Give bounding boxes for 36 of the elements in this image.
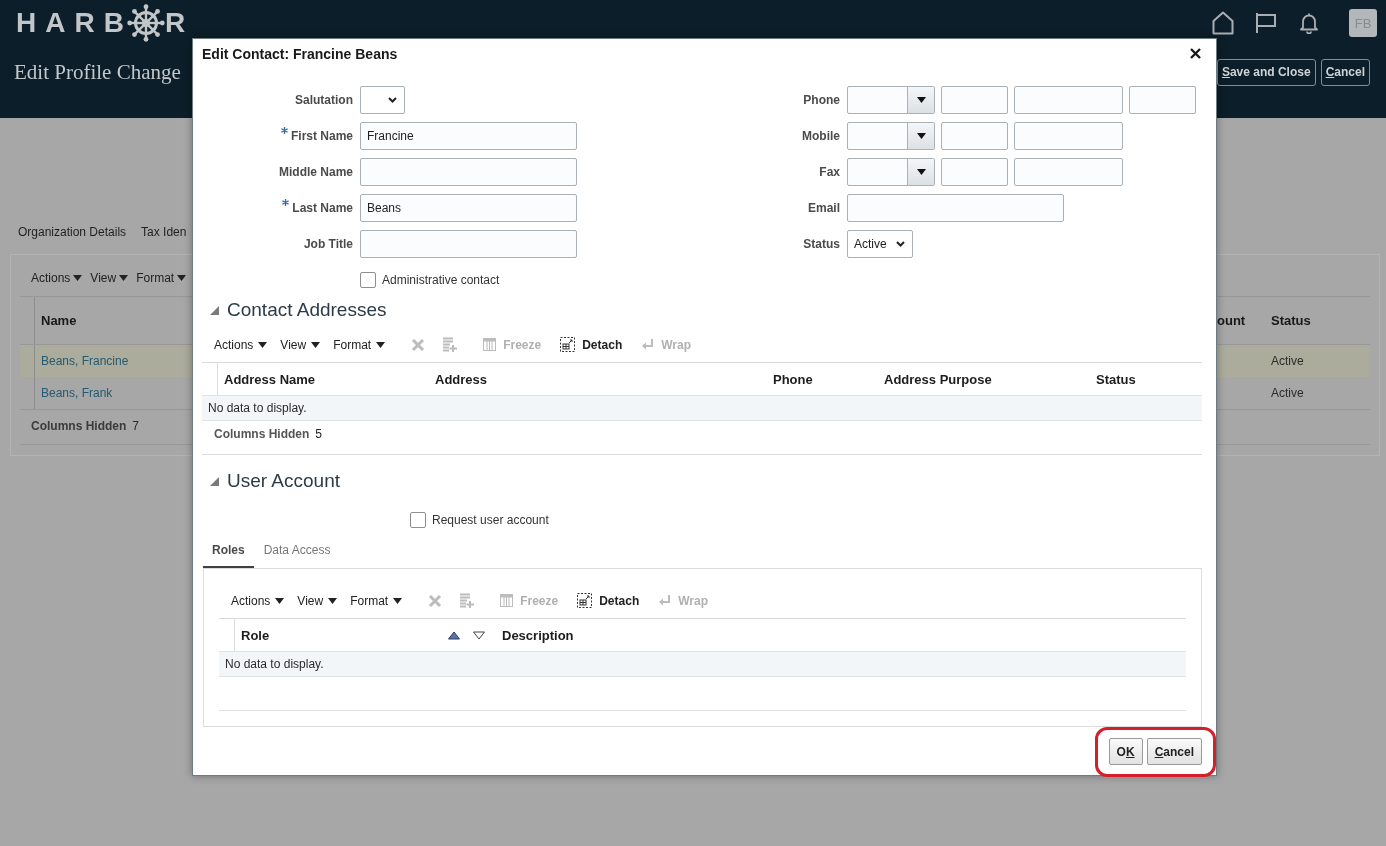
columns-hidden-count: 7 [132, 418, 140, 433]
column-header: Status [1096, 371, 1136, 387]
table-cell: Active [1271, 354, 1304, 368]
columns-hidden-label: Columns Hidden [214, 427, 310, 441]
field-label: Last Name [292, 201, 353, 215]
field-label: Email [808, 201, 840, 215]
column-header: Address Name [224, 371, 316, 387]
table-cell: Active [1271, 386, 1304, 400]
empty-message: No data to display. [225, 657, 324, 671]
empty-message: No data to display. [208, 401, 307, 415]
page-title: Edit Profile Change [14, 59, 181, 85]
field-label: Job Title [303, 237, 353, 251]
field-label: Status [803, 237, 840, 251]
column-header: Role [241, 627, 270, 643]
dialog-title: Edit Contact: Francine Beans [202, 45, 398, 62]
section-title: Contact Addresses [227, 299, 387, 321]
columns-hidden-label: Columns Hidden [31, 418, 127, 433]
column-header: Description [502, 627, 574, 643]
checkbox-label: Request user account [432, 513, 549, 527]
field-label: Salutation [295, 93, 353, 107]
logo-text: R [164, 9, 195, 37]
logo-text: HARB [16, 9, 133, 37]
column-header: Phone [773, 371, 813, 387]
field-label: Phone [803, 93, 840, 107]
field-label: First Name [290, 129, 353, 143]
field-label: Fax [819, 165, 840, 179]
column-header: Address Purpose [884, 371, 992, 387]
column-header: Name [41, 313, 77, 328]
field-label: Mobile [802, 129, 840, 143]
checkbox-label: Administrative contact [382, 273, 500, 287]
column-header: Address [435, 371, 488, 387]
field-label: Middle Name [279, 165, 353, 179]
column-header: Status [1271, 313, 1311, 328]
section-title: User Account [227, 470, 340, 492]
columns-hidden-count: 5 [315, 427, 323, 441]
column-header: ount [1217, 313, 1246, 328]
